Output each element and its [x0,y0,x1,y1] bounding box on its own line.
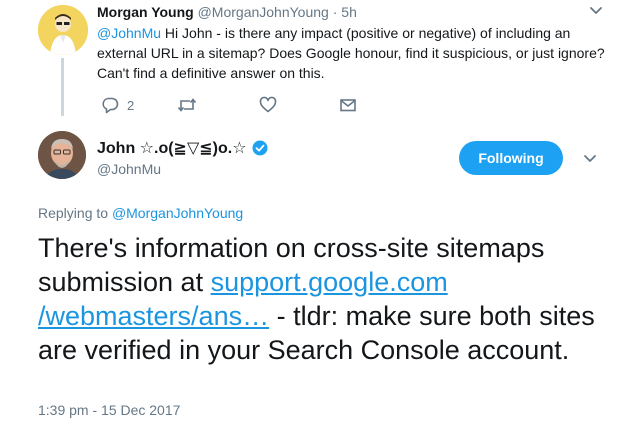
like-button[interactable] [259,94,277,116]
retweet-button[interactable] [177,94,197,116]
parent-tweet-header: Morgan Young @MorganJohnYoung · 5h [97,4,357,20]
avatar-john-mu[interactable] [38,131,86,179]
main-author-name[interactable]: John ☆.o(≧▽≦)o.☆ [97,138,247,158]
parent-tweet-body: Hi John - is there any impact (positive … [97,25,605,81]
replying-to-label: Replying to [38,205,109,221]
mention-link[interactable]: @JohnMu [97,25,161,41]
direct-message-button[interactable] [339,94,357,116]
reply-button[interactable]: 2 [101,94,134,116]
thread-connector-line [61,58,64,116]
verified-badge-icon [252,140,268,156]
main-author-name-row[interactable]: John ☆.o(≧▽≦)o.☆ [97,138,268,158]
chevron-down-icon[interactable] [582,152,598,166]
replying-to-line: Replying to @MorganJohnYoung [38,205,243,221]
envelope-icon [339,96,357,114]
support-link-path: /webmasters/ans… [38,301,270,331]
reply-icon [101,96,119,114]
parent-tweet-actions: 2 [97,94,367,116]
parent-author-name[interactable]: Morgan Young [97,4,194,20]
parent-tweet-time[interactable]: 5h [341,4,357,20]
parent-tweet-text: @JohnMu Hi John - is there any impact (p… [97,23,617,83]
chevron-down-icon[interactable] [588,4,604,18]
main-author-handle[interactable]: @JohnMu [97,161,161,177]
replying-to-handle[interactable]: @MorganJohnYoung [112,205,243,221]
reply-count: 2 [127,97,135,113]
parent-author-handle[interactable]: @MorganJohnYoung [198,4,329,20]
tweet-timestamp[interactable]: 1:39 pm - 15 Dec 2017 [38,402,180,418]
header-separator: · [332,4,338,20]
support-link-domain: support.google.com [210,267,448,297]
heart-icon [259,96,277,114]
following-button[interactable]: Following [459,141,563,175]
avatar-morgan-young[interactable] [38,5,88,55]
main-tweet-text: There's information on cross-site sitema… [38,231,598,367]
retweet-icon [177,96,197,114]
